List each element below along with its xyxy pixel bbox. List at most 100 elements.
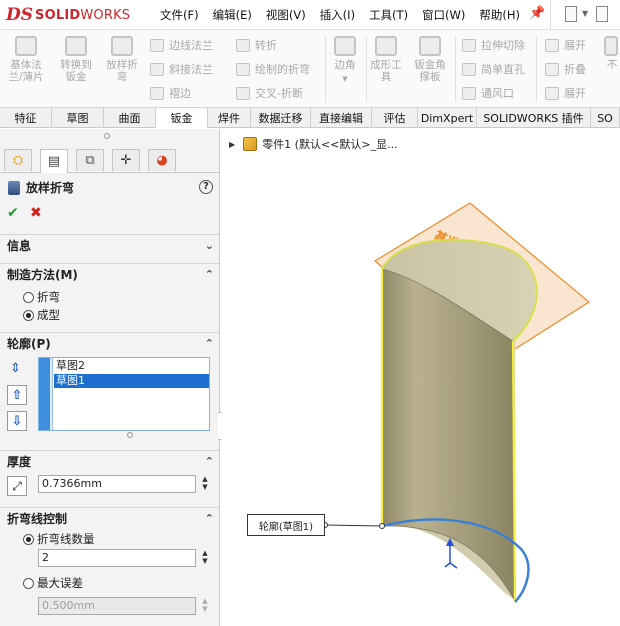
model-viewport[interactable]: 基准面1 xyxy=(221,129,620,626)
help-icon[interactable]: ? xyxy=(199,180,213,194)
section-info[interactable]: 信息 ⌄ xyxy=(0,234,219,256)
menu-bar: DS SOLIDWORKS 文件(F) 编辑(E) 视图(V) 插入(I) 工具… xyxy=(0,0,620,30)
menu-file[interactable]: 文件(F) xyxy=(160,7,199,23)
miter-flange-button[interactable]: 斜接法兰 xyxy=(150,60,213,78)
chevron-down-icon[interactable]: ▼ xyxy=(322,73,368,85)
section-bend-line-control[interactable]: 折弯线控制 ⌃ xyxy=(0,507,219,529)
panel-grip-icon[interactable] xyxy=(104,133,110,139)
radio-number-of-bend-lines[interactable]: 折弯线数量 xyxy=(23,531,95,547)
solidworks-logo: DS SOLIDWORKS xyxy=(6,4,130,26)
chevron-up-icon[interactable]: ⌃ xyxy=(205,512,214,525)
command-manager-ribbon: 基体法 兰/薄片 转换到 钣金 放样折 弯 边线法兰 斜接法兰 褶边 转折 绘制… xyxy=(0,30,620,108)
corners-button[interactable]: 边角 ▼ xyxy=(322,34,368,85)
lofted-bend-icon xyxy=(8,180,20,195)
selection-box-indicator xyxy=(39,358,50,430)
list-resize-grip-icon[interactable] xyxy=(127,432,133,438)
radio-button[interactable] xyxy=(23,577,34,589)
chevron-up-icon[interactable]: ⌃ xyxy=(205,337,214,350)
bend-lines-spinner[interactable]: ▲ ▼ xyxy=(199,549,211,567)
menu-help[interactable]: 帮助(H) xyxy=(479,7,520,23)
tab-surfaces[interactable]: 曲面 xyxy=(104,108,156,128)
chevron-down-icon[interactable]: ▼ xyxy=(582,9,588,18)
thickness-input[interactable]: 0.7366mm xyxy=(38,475,196,493)
tab-solidworks-addins[interactable]: SOLIDWORKS 插件 xyxy=(477,108,591,128)
chevron-up-icon[interactable]: ⌃ xyxy=(205,268,214,281)
base-flange-button[interactable]: 基体法 兰/薄片 xyxy=(4,34,48,83)
jog-button[interactable]: 转折 xyxy=(236,36,277,54)
section-profiles[interactable]: 轮廓(P) ⌃ xyxy=(0,332,219,354)
menu-tools[interactable]: 工具(T) xyxy=(369,7,408,23)
graphics-area[interactable]: ▶ 零件1 (默认<<默认>_显... 基准面1 xyxy=(221,129,620,626)
unfold-button[interactable]: 展开 xyxy=(545,36,586,54)
tab-truncated[interactable]: SO xyxy=(591,108,620,128)
radio-button[interactable] xyxy=(23,291,34,303)
sheet-metal-gusset-icon xyxy=(419,36,441,56)
list-item[interactable]: 草图2 xyxy=(54,359,209,373)
thickness-icon[interactable]: ⤢ xyxy=(7,476,27,496)
tab-sheet-metal[interactable]: 钣金 xyxy=(156,108,208,128)
dimxpert-manager-tab-icon[interactable]: ✛ xyxy=(112,149,140,171)
move-up-button[interactable]: ⇧ xyxy=(7,385,27,405)
cross-break-button[interactable]: 交叉-折断 xyxy=(236,84,303,102)
profile-selection-icon: ⇕ xyxy=(10,361,21,376)
cross-break-icon xyxy=(236,86,250,100)
arrow-up-icon: ⇧ xyxy=(11,387,23,403)
menu-window[interactable]: 窗口(W) xyxy=(422,7,465,23)
list-item[interactable]: 草图1 xyxy=(54,374,209,388)
tab-features[interactable]: 特征 xyxy=(0,108,52,128)
manager-tabs: ⛭ ▤ ⧉ ✛ ◕ xyxy=(0,147,219,173)
miter-flange-icon xyxy=(150,62,164,76)
chevron-up-icon[interactable]: ⌃ xyxy=(205,455,214,468)
display-manager-tab-icon[interactable]: ◕ xyxy=(148,149,176,171)
bend-lines-input[interactable]: 2 xyxy=(38,549,196,567)
main-menu: 文件(F) 编辑(E) 视图(V) 插入(I) 工具(T) 窗口(W) 帮助(H… xyxy=(160,7,534,23)
forming-tool-icon xyxy=(375,36,397,56)
sheet-metal-gusset-button[interactable]: 钣金角 撑板 xyxy=(408,34,452,83)
section-method[interactable]: 制造方法(M) ⌃ xyxy=(0,263,219,285)
tab-sketch[interactable]: 草图 xyxy=(52,108,104,128)
radio-button[interactable] xyxy=(23,533,34,545)
section-thickness[interactable]: 厚度 ⌃ xyxy=(0,450,219,472)
profile-list[interactable]: 草图2 草图1 xyxy=(38,357,210,431)
profile-callout[interactable]: 轮廓(草图1) xyxy=(247,514,325,536)
vent-button[interactable]: 通风口 xyxy=(462,84,514,102)
fold-button[interactable]: 折叠 xyxy=(545,60,586,78)
radio-formed[interactable]: 成型 xyxy=(23,307,60,323)
forming-tool-button[interactable]: 成形工 具 xyxy=(364,34,408,83)
callout-leader xyxy=(324,524,383,527)
max-deviation-spinner: ▲ ▼ xyxy=(202,597,208,613)
cancel-button[interactable]: ✖ xyxy=(30,205,42,221)
tab-evaluate[interactable]: 评估 xyxy=(372,108,418,128)
convert-to-sheet-metal-button[interactable]: 转换到 钣金 xyxy=(54,34,98,83)
menu-view[interactable]: 视图(V) xyxy=(266,7,306,23)
tab-dimxpert[interactable]: DimXpert xyxy=(418,108,477,128)
flatten-button[interactable]: 展开 xyxy=(545,84,586,102)
configuration-manager-tab-icon[interactable]: ⧉ xyxy=(76,149,104,171)
feature-manager-tab-icon[interactable]: ⛭ xyxy=(4,149,32,171)
pin-icon[interactable]: 📌 xyxy=(529,6,545,21)
open-document-icon[interactable] xyxy=(596,6,608,22)
menu-insert[interactable]: 插入(I) xyxy=(320,7,355,23)
edge-flange-button[interactable]: 边线法兰 xyxy=(150,36,213,54)
tab-weldments[interactable]: 焊件 xyxy=(208,108,251,128)
tab-direct-editing[interactable]: 直接编辑 xyxy=(311,108,372,128)
tab-data-migration[interactable]: 数据迁移 xyxy=(251,108,311,128)
sketched-bend-button[interactable]: 绘制的折弯 xyxy=(236,60,310,78)
simple-hole-button[interactable]: 简单直孔 xyxy=(462,60,525,78)
move-down-button[interactable]: ⇩ xyxy=(7,411,27,431)
hem-button[interactable]: 褶边 xyxy=(150,84,191,102)
unfold-icon xyxy=(545,38,559,52)
radio-maximum-deviation[interactable]: 最大误差 xyxy=(23,575,83,591)
truncated-ribbon-button[interactable]: 不 xyxy=(600,34,620,71)
lofted-bend-button[interactable]: 放样折 弯 xyxy=(100,34,144,83)
menu-edit[interactable]: 编辑(E) xyxy=(213,7,252,23)
ok-button[interactable]: ✔ xyxy=(7,205,19,221)
fold-icon xyxy=(545,62,559,76)
property-manager-tab-icon[interactable]: ▤ xyxy=(40,149,68,173)
chevron-down-icon[interactable]: ⌄ xyxy=(205,239,214,252)
radio-button[interactable] xyxy=(23,309,34,321)
extruded-cut-button[interactable]: 拉伸切除 xyxy=(462,36,525,54)
radio-bend[interactable]: 折弯 xyxy=(23,289,60,305)
thickness-spinner[interactable]: ▲ ▼ xyxy=(199,475,211,493)
new-document-icon[interactable] xyxy=(565,6,577,22)
